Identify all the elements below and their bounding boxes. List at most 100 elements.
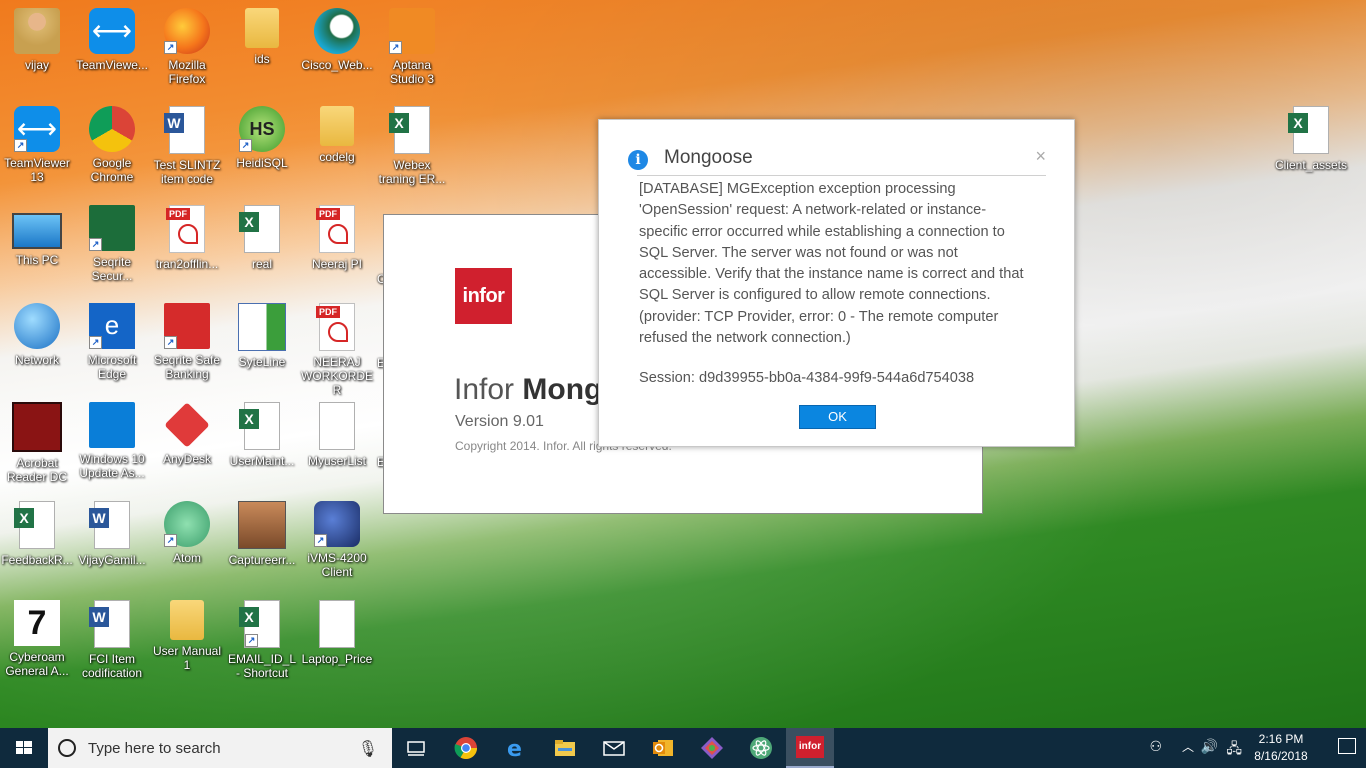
desktop-icon[interactable]: FCI Item codification bbox=[75, 600, 149, 680]
desktop-icon[interactable]: This PC bbox=[0, 205, 74, 267]
folder-icon bbox=[555, 740, 575, 756]
desktop-icon[interactable]: Google Chrome bbox=[75, 106, 149, 184]
atom-icon: ↗ bbox=[164, 501, 210, 547]
network-icon[interactable]: 🖧 bbox=[1226, 738, 1242, 762]
ok-button[interactable]: OK bbox=[799, 405, 876, 429]
desktop-icon[interactable]: Acrobat Reader DC bbox=[0, 402, 74, 484]
ivms-icon: ↗ bbox=[314, 501, 360, 547]
git-icon bbox=[701, 737, 723, 759]
taskbar-search-box[interactable]: Type here to search 🎙 bbox=[48, 728, 392, 768]
desktop-icon[interactable]: ↗ Atom bbox=[150, 501, 224, 565]
desktop-icon[interactable]: Webex traning ER... bbox=[375, 106, 449, 186]
desktop-icon-label: Seqrite Secur... bbox=[91, 255, 133, 283]
desktop-icon[interactable]: Neeraj PI bbox=[300, 205, 374, 271]
desktop-icon[interactable]: SyteLine bbox=[225, 303, 299, 369]
taskbar-chrome[interactable] bbox=[442, 728, 490, 768]
pdf-icon bbox=[316, 303, 355, 351]
desktop-icon-label: NEERAJ WORKORDER bbox=[301, 355, 373, 397]
desktop-icon[interactable]: MyuserList bbox=[300, 402, 374, 468]
desktop-icon[interactable]: ids bbox=[225, 8, 299, 66]
taskbar-git[interactable] bbox=[688, 728, 736, 768]
chevron-up-icon[interactable]: ︿ bbox=[1182, 738, 1194, 755]
desktop-icon[interactable]: codelg bbox=[300, 106, 374, 164]
clock-time: 2:16 PM bbox=[1258, 732, 1304, 746]
desktop-icon-label: Aptana Studio 3 bbox=[389, 58, 435, 86]
dialog-title: Mongoose bbox=[664, 147, 753, 168]
info-icon: i bbox=[628, 150, 648, 170]
desktop-icon[interactable]: real bbox=[225, 205, 299, 271]
excel-icon bbox=[389, 106, 430, 154]
desktop-icon[interactable]: Cisco_Web... bbox=[300, 8, 374, 72]
desktop-icon-label: vijay bbox=[24, 58, 49, 72]
desktop-icon[interactable]: ↗ iVMS-4200 Client bbox=[300, 501, 374, 579]
desktop-icon[interactable]: vijay bbox=[0, 8, 74, 72]
pdf-icon bbox=[166, 205, 205, 253]
desktop-icon-label: VijayGamil... bbox=[78, 553, 146, 567]
clock[interactable]: 2:16 PM 8/16/2018 bbox=[1246, 731, 1316, 765]
taskbar-atom[interactable] bbox=[737, 728, 785, 768]
desktop-icon[interactable]: ↗ Seqrite Safe Banking bbox=[150, 303, 224, 381]
desktop-icon-label: Test SLINTZ item code bbox=[153, 158, 221, 186]
desktop-icon-label: Neeraj PI bbox=[311, 257, 363, 271]
infor-icon: infor bbox=[795, 736, 825, 758]
desktop-icon-label: Laptop_Price bbox=[301, 652, 373, 666]
desktop-icon[interactable]: UserMaint... bbox=[225, 402, 299, 468]
word-icon bbox=[164, 106, 205, 154]
start-button[interactable] bbox=[0, 728, 48, 768]
desktop-icon[interactable]: ↗ Aptana Studio 3 bbox=[375, 8, 449, 86]
aptana-icon: ↗ bbox=[389, 8, 435, 54]
close-icon[interactable]: × bbox=[1035, 146, 1046, 167]
desktop-icon-label: User Manual 1 bbox=[152, 644, 222, 672]
desktop-icon-label: FCI Item codification bbox=[81, 652, 143, 680]
firefox-icon: ↗ bbox=[164, 8, 210, 54]
chrome-icon bbox=[89, 106, 135, 152]
desktop-icon[interactable]: ↗ Seqrite Secur... bbox=[75, 205, 149, 283]
desktop-icon[interactable]: ↗ TeamViewer 13 bbox=[0, 106, 74, 184]
clock-date: 8/16/2018 bbox=[1254, 749, 1308, 763]
taskbar-mail[interactable] bbox=[590, 728, 638, 768]
word-icon bbox=[89, 600, 130, 648]
excel-icon bbox=[1288, 106, 1329, 154]
cortana-icon bbox=[58, 739, 76, 757]
desktop-icon-label: iVMS-4200 Client bbox=[307, 551, 367, 579]
folder-icon bbox=[170, 600, 204, 640]
desktop-icon[interactable]: User Manual 1 bbox=[150, 600, 224, 672]
infor-logo: infor bbox=[455, 268, 512, 324]
desktop-icon[interactable]: AnyDesk bbox=[150, 402, 224, 466]
desktop-icon[interactable]: FeedbackR... bbox=[0, 501, 74, 567]
shortcut-arrow-icon: ↗ bbox=[14, 139, 27, 152]
desktop-icon[interactable]: tran2offlin... bbox=[150, 205, 224, 271]
desktop-icon[interactable]: HS ↗ HeidiSQL bbox=[225, 106, 299, 170]
task-view-button[interactable] bbox=[392, 728, 440, 768]
desktop-icon[interactable]: Laptop_Price bbox=[300, 600, 374, 666]
microphone-icon[interactable]: 🎙 bbox=[358, 739, 378, 759]
desktop-icon-label: TeamViewer 13 bbox=[4, 156, 70, 184]
notification-icon[interactable] bbox=[1338, 738, 1356, 754]
desktop-icon[interactable]: Captureerr... bbox=[225, 501, 299, 567]
desktop-icon-client-assets[interactable]: Client_assets bbox=[1274, 106, 1348, 172]
people-icon[interactable]: ⚇ bbox=[1149, 738, 1162, 755]
desktop-icon[interactable]: Test SLINTZ item code bbox=[150, 106, 224, 186]
desktop-icon[interactable]: TeamViewe... bbox=[75, 8, 149, 72]
taskbar-edge[interactable]: e bbox=[492, 728, 540, 768]
excel-icon bbox=[239, 205, 280, 253]
taskbar-outlook[interactable] bbox=[639, 728, 687, 768]
taskbar-infor[interactable]: infor bbox=[786, 728, 834, 768]
desktop-icon[interactable]: e ↗ Microsoft Edge bbox=[75, 303, 149, 381]
excel-icon bbox=[239, 402, 280, 450]
desktop-icon[interactable]: Network bbox=[0, 303, 74, 367]
desktop-icon[interactable]: ↗ Mozilla Firefox bbox=[150, 8, 224, 86]
desktop-icon[interactable]: NEERAJ WORKORDER bbox=[300, 303, 374, 397]
desktop-icon-label: Network bbox=[14, 353, 59, 367]
desktop-icon[interactable]: ↗ EMAIL_ID_L - Shortcut bbox=[225, 600, 299, 680]
error-message: [DATABASE] MGException exception process… bbox=[639, 181, 1024, 347]
error-dialog: i Mongoose × [DATABASE] MGException exce… bbox=[598, 119, 1075, 447]
desktop-icon[interactable]: 7 Cyberoam General A... bbox=[0, 600, 74, 678]
desktop-icon-label: Acrobat Reader DC bbox=[6, 456, 68, 484]
volume-icon[interactable]: 🔊 bbox=[1201, 738, 1218, 755]
taskbar-file-explorer[interactable] bbox=[541, 728, 589, 768]
desktop-icon[interactable]: Windows 10 Update As... bbox=[75, 402, 149, 480]
desktop-icon-label: Windows 10 Update As... bbox=[79, 452, 145, 480]
desktop-icon[interactable]: VijayGamil... bbox=[75, 501, 149, 567]
desktop-icon-label: TeamViewe... bbox=[76, 58, 148, 72]
